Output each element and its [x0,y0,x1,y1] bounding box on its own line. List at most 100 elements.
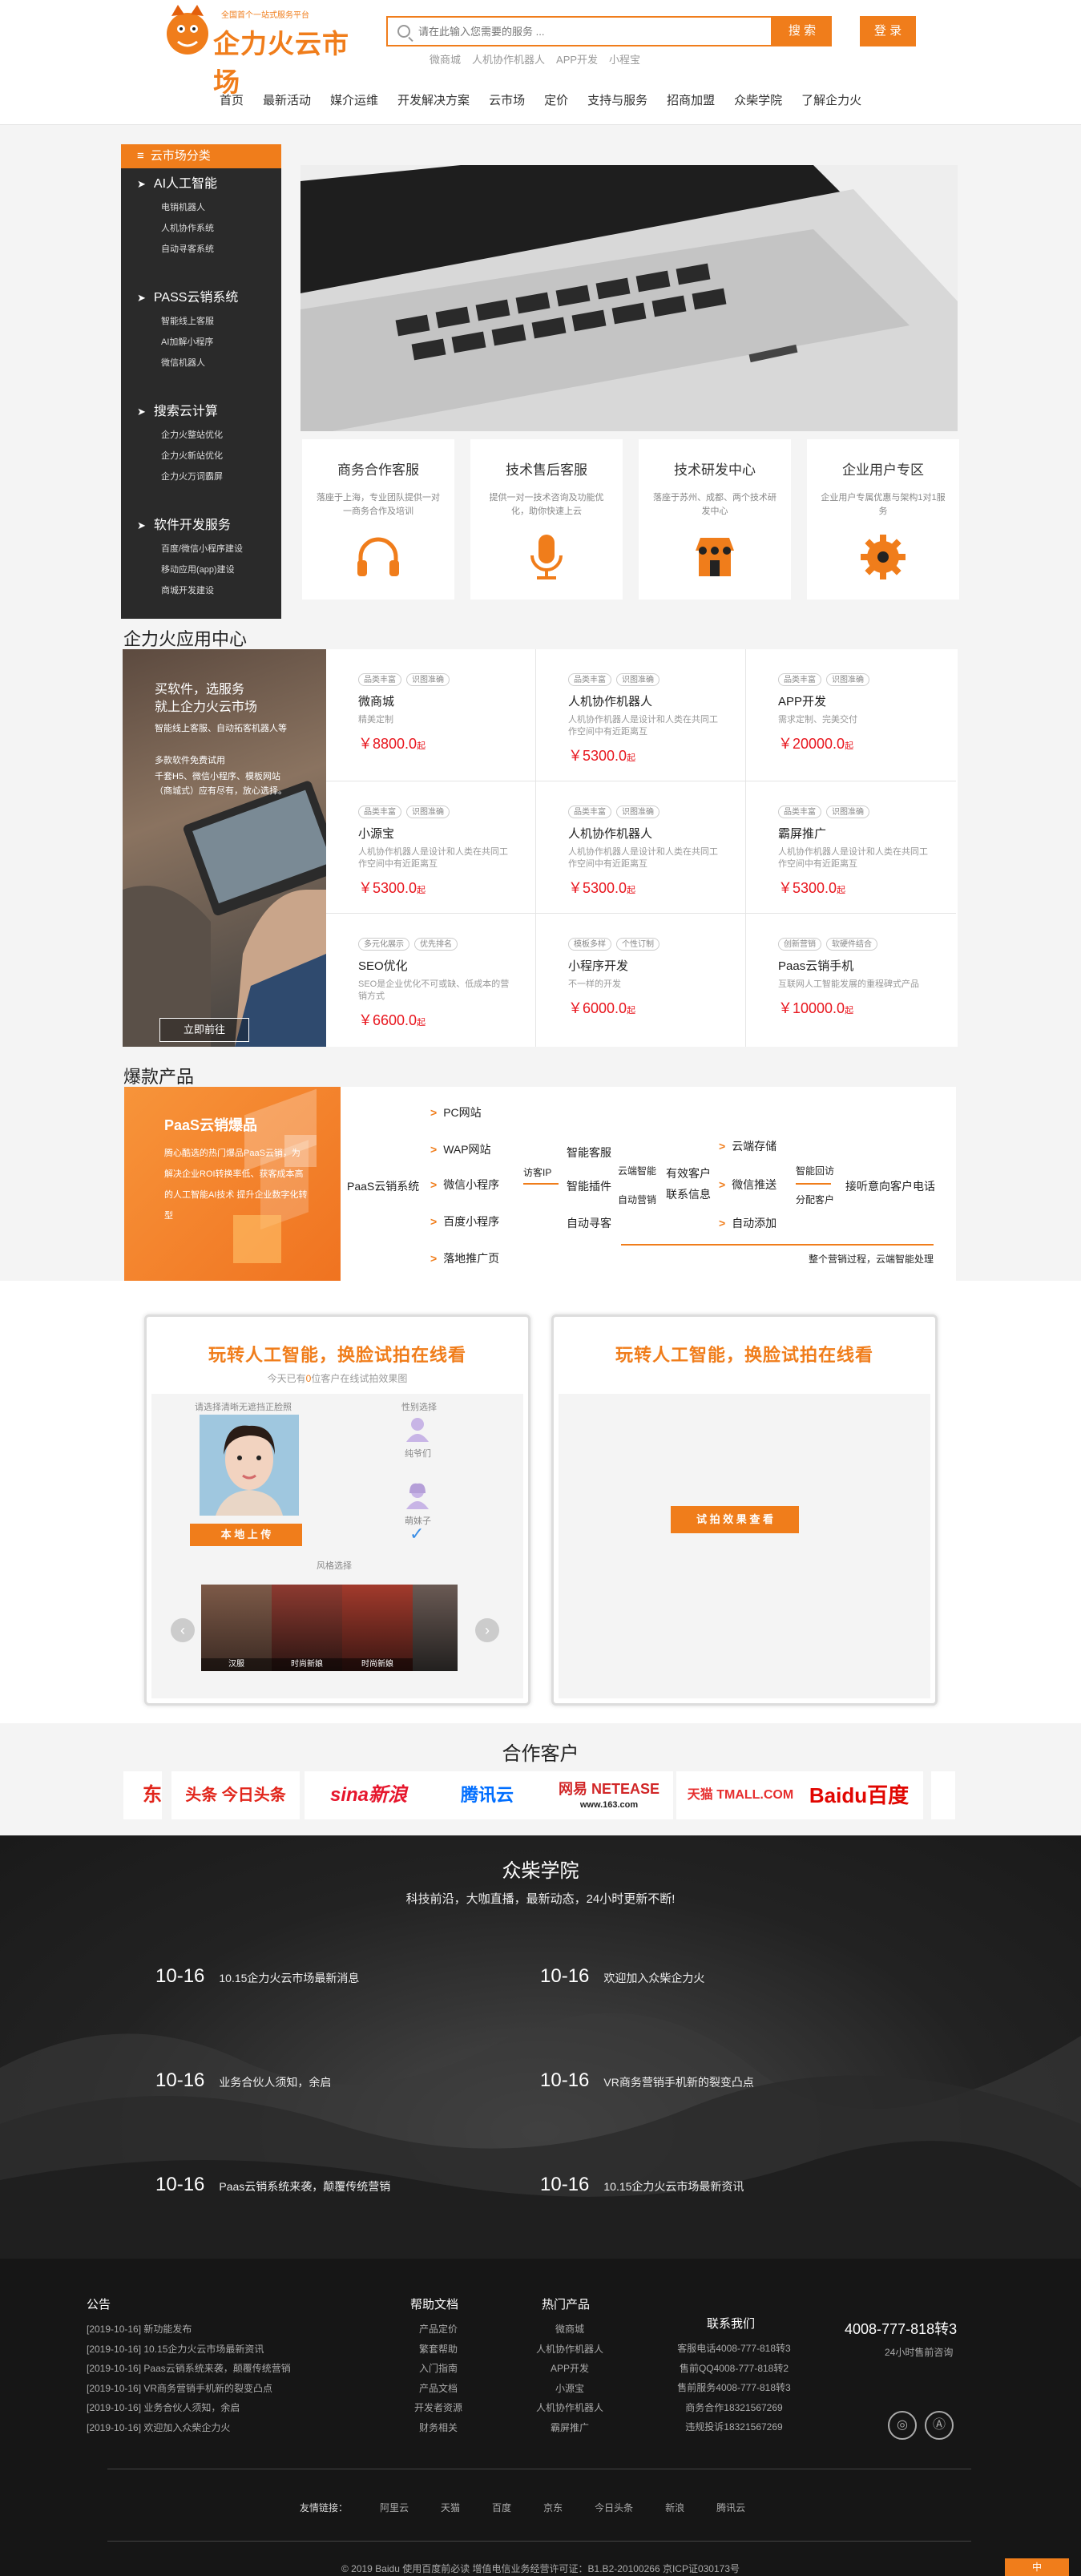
hero-banner-image[interactable] [301,165,958,431]
view-result-button[interactable]: 试 拍 效 果 查 看 [671,1506,799,1533]
notice-link[interactable]: [2019-10-16] VR商务营销手机新的裂变凸点 [87,2379,291,2399]
partner-logo-jd[interactable]: 东 [123,1771,162,1819]
app-card[interactable]: 品类丰富 识图准确 APP开发 需求定制、完美交付 ￥20000.0起 [746,649,956,781]
partner-logo-sina[interactable]: sina新浪 [305,1771,433,1819]
category-pass[interactable]: PASS云销系统 [121,285,281,311]
hotword-link[interactable]: APP开发 [556,51,598,67]
service-card-business[interactable]: 商务合作客服 落座于上海，专业团队提供一对一商务合作及培训 [302,439,454,600]
category-item[interactable]: AI加解小程序 [121,332,281,353]
news-item[interactable]: 10-16 业务合伙人须知，余启 [155,2069,331,2092]
friend-link[interactable]: 今日头条 [595,2501,633,2514]
help-link[interactable]: 繁套帮助 [410,2340,466,2360]
friend-link[interactable]: 天猫 [441,2501,460,2514]
news-item[interactable]: 10-16 VR商务营销手机新的裂变凸点 [540,2069,754,2092]
news-item[interactable]: 10-16 Paas云销系统来袭，颠覆传统营销 [155,2174,390,2196]
hotword-link[interactable]: 微商城 [430,51,461,67]
category-software[interactable]: 软件开发服务 [121,513,281,539]
help-link[interactable]: 产品定价 [410,2320,466,2340]
nav-item-join[interactable]: 招商加盟 [657,91,724,108]
app-store-icon[interactable]: Ⓐ [925,2411,954,2440]
app-card[interactable]: 创新营销 软硬件结合 Paas云销手机 互联网人工智能发展的重程碑式产品 ￥100… [746,914,956,1047]
notice-link[interactable]: [2019-10-16] 10.15企力火云市场最新资讯 [87,2340,291,2360]
category-search[interactable]: 搜索云计算 [121,399,281,425]
friend-link[interactable]: 新浪 [665,2501,684,2514]
nav-item-activity[interactable]: 最新活动 [253,91,321,108]
hot-product-link[interactable]: 人机协作机器人 [526,2398,614,2418]
category-item[interactable]: 人机协作系统 [121,218,281,239]
style-thumb[interactable]: 时尚新娘 [342,1585,413,1671]
category-item[interactable]: 移动应用(app)建设 [121,559,281,580]
notice-link[interactable]: [2019-10-16] 欢迎加入众柴企力火 [87,2418,291,2438]
friend-link[interactable]: 百度 [492,2501,511,2514]
help-link[interactable]: 入门指南 [410,2359,466,2379]
hotword-link[interactable]: 小程宝 [609,51,640,67]
app-card[interactable]: 品类丰富 识图准确 小源宝 人机协作机器人是设计和人类在共同工作空间中有近距离互 … [326,781,536,914]
style-thumb[interactable]: 时尚新娘 [272,1585,342,1671]
hot-product-link[interactable]: 小源宝 [526,2379,614,2399]
partner-logo-tencent-cloud[interactable]: 腾讯云 [423,1771,551,1819]
chevron-right-icon[interactable]: › [475,1618,499,1642]
category-item[interactable]: 企力火万词霸屏 [121,466,281,487]
category-item[interactable]: 企力火新站优化 [121,446,281,466]
search-button[interactable]: 搜 索 [772,16,832,46]
news-item[interactable]: 10-16 10.15企力火云市场最新消息 [155,1965,359,1988]
nav-item-academy[interactable]: 众柴学院 [724,91,792,108]
service-card-rnd[interactable]: 技术研发中心 落座于苏州、成都、两个技术研发中心 [639,439,791,600]
help-link[interactable]: 开发者资源 [410,2398,466,2418]
style-thumb[interactable]: 汉服 [201,1585,272,1671]
news-item[interactable]: 10-16 10.15企力火云市场最新资讯 [540,2174,744,2196]
partner-logo-toutiao[interactable]: 头条 今日头条 [171,1771,300,1819]
login-button[interactable]: 登 录 [860,16,916,46]
news-item[interactable]: 10-16 欢迎加入众柴企力火 [540,1965,704,1988]
app-card[interactable]: 模板多样 个性订制 小程序开发 不一样的开发 ￥6000.0起 [536,914,746,1047]
wechat-icon[interactable]: ◎ [888,2411,917,2440]
help-link[interactable]: 产品文档 [410,2379,466,2399]
category-item[interactable]: 微信机器人 [121,353,281,373]
chevron-left-icon[interactable]: ‹ [171,1618,195,1642]
service-card-aftersales[interactable]: 技术售后客服 提供一对一技术咨询及功能优化，助你快速上云 [470,439,623,600]
category-ai[interactable]: AI人工智能 [121,172,281,197]
style-thumb[interactable] [413,1585,458,1671]
nav-item-home[interactable]: 首页 [210,91,253,108]
go-now-button[interactable]: 立即前往 [159,1018,249,1042]
explosive-promo[interactable]: PaaS云销爆品 腾心酷选的热门爆品PaaS云销，为解决企业ROI转换率低、获客… [124,1087,341,1281]
nav-item-solutions[interactable]: 开发解决方案 [388,91,479,108]
category-item[interactable]: 自动寻客系统 [121,239,281,260]
female-avatar-icon[interactable] [403,1482,432,1511]
category-item[interactable]: 企力火整站优化 [121,425,281,446]
gender-male-label[interactable]: 纯爷们 [405,1447,431,1460]
nav-item-market[interactable]: 云市场 [479,91,534,108]
category-item[interactable]: 电销机器人 [121,197,281,218]
hotword-link[interactable]: 人机协作机器人 [472,51,545,67]
hot-product-link[interactable]: APP开发 [526,2359,614,2379]
search-input[interactable] [388,18,771,45]
local-upload-button[interactable]: 本 地 上 传 [190,1524,302,1546]
online-chat-widget[interactable]: 中 [1005,2558,1069,2576]
nav-item-media[interactable]: 媒介运维 [321,91,388,108]
category-item[interactable]: 智能线上客服 [121,311,281,332]
friend-link[interactable]: 阿里云 [380,2501,409,2514]
service-card-enterprise[interactable]: 企业用户专区 企业用户专属优惠与架构1对1服务 [807,439,959,600]
site-logo[interactable]: 全国首个一站式服务平台 企力火云市场 [163,2,361,97]
app-card[interactable]: 品类丰富 识图准确 微商城 精美定制 ￥8800.0起 [326,649,536,781]
male-avatar-icon[interactable] [403,1415,432,1443]
app-card[interactable]: 品类丰富 识图准确 人机协作机器人 人机协作机器人是设计和人类在共同工作空间中有近… [536,781,746,914]
friend-link[interactable]: 腾讯云 [716,2501,745,2514]
friend-link[interactable]: 京东 [543,2501,563,2514]
app-card[interactable]: 品类丰富 识图准确 人机协作机器人 人机协作机器人是设计和人类在共同工作空间中有近… [536,649,746,781]
notice-link[interactable]: [2019-10-16] 新功能发布 [87,2320,291,2340]
category-item[interactable]: 商城开发建设 [121,580,281,601]
nav-item-support[interactable]: 支持与服务 [578,91,657,108]
help-link[interactable]: 财务相关 [410,2418,466,2438]
notice-link[interactable]: [2019-10-16] Paas云销系统来袭，颠覆传统营销 [87,2359,291,2379]
category-item[interactable]: 百度/微信小程序建设 [121,539,281,559]
partner-logo-baidu[interactable]: Baidu百度 [795,1771,923,1819]
nav-item-pricing[interactable]: 定价 [534,91,578,108]
partner-logo-tmall[interactable]: 天猫 TMALL.COM [676,1771,805,1819]
nav-item-about[interactable]: 了解企力火 [792,91,871,108]
hot-product-link[interactable]: 微商城 [526,2320,614,2340]
app-card[interactable]: 多元化展示 优先排名 SEO优化 SEO是企业优化不可或缺、低成本的营销方式 ￥6… [326,914,536,1047]
notice-link[interactable]: [2019-10-16] 业务合伙人须知，余启 [87,2398,291,2418]
hot-product-link[interactable]: 霸屏推广 [526,2418,614,2438]
app-card[interactable]: 品类丰富 识图准确 霸屏推广 人机协作机器人是设计和人类在共同工作空间中有近距离互… [746,781,956,914]
